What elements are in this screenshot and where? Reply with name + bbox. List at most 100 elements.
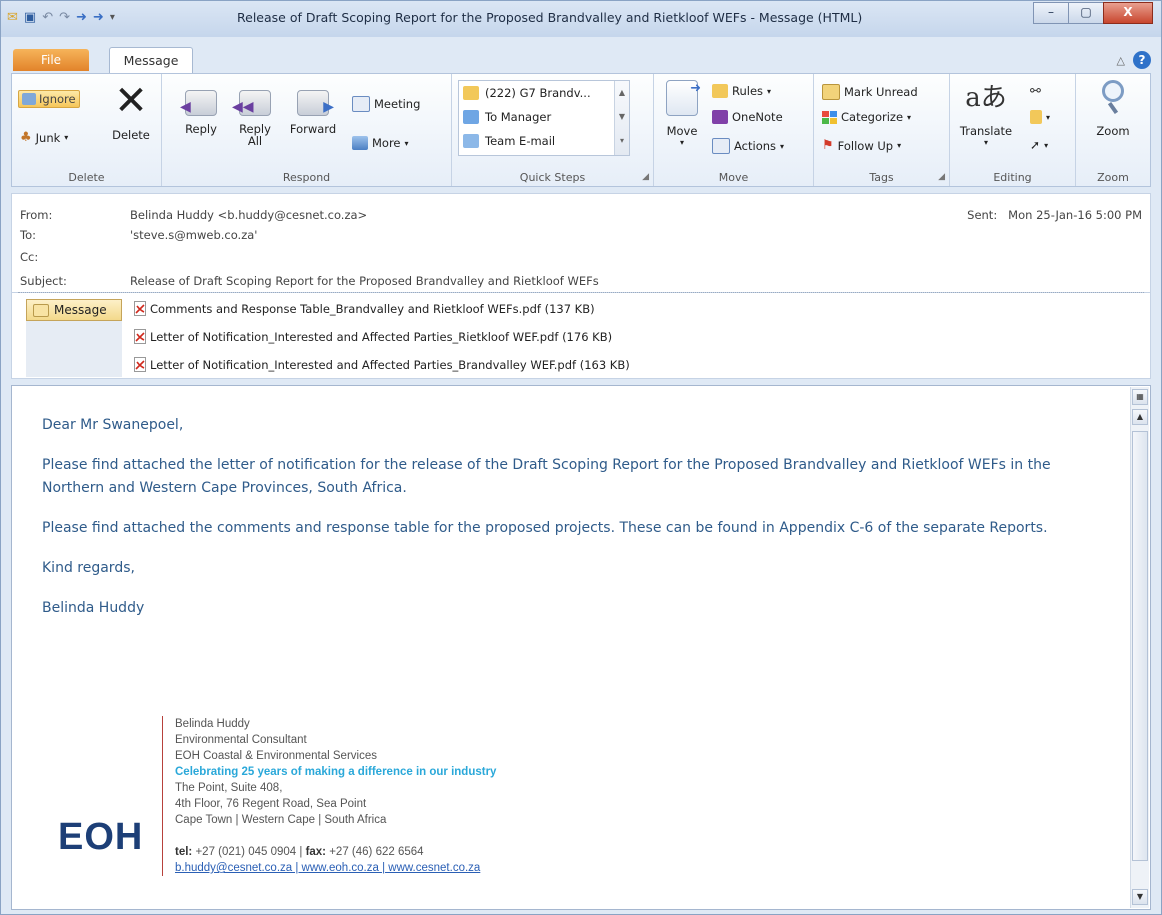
mark-unread-button[interactable]: Mark Unread [822,84,918,100]
help-area: △ ? [1117,51,1151,69]
actions-button[interactable]: Actions ▾ [712,138,784,154]
help-icon[interactable]: ? [1133,51,1151,69]
minimize-button[interactable]: – [1033,2,1069,24]
save-icon[interactable]: ▣ [24,9,36,27]
outlook-message-window: ✉ ▣ ↶ ↷ ➜ ➜ ▾ Release of Draft Scoping R… [0,0,1162,915]
rules-button[interactable]: Rules ▾ [712,84,771,98]
delete-group-label: Delete [68,171,105,184]
sig-name: Belinda Huddy [175,718,250,730]
replace-button[interactable]: ▾ [1030,110,1050,124]
delete-x-icon: ✕ [114,78,148,124]
attachments-bar: Message Comments and Response Table_Bran… [11,293,1151,379]
minimize-ribbon-icon[interactable]: △ [1117,54,1125,67]
from-value[interactable]: Belinda Huddy <b.huddy@cesnet.co.za> [130,208,367,222]
sent-value: Mon 25-Jan-16 5:00 PM [1008,208,1142,222]
attachment-item[interactable]: Comments and Response Table_Brandvalley … [134,301,595,316]
sig-links[interactable]: b.huddy@cesnet.co.za | www.eoh.co.za | w… [175,860,496,876]
quick-steps-scroll[interactable]: ▲ ▼ ▾ [614,81,629,155]
from-label: From: [20,208,53,222]
dialog-launcher-icon[interactable]: ◢ [642,172,649,182]
message-view-button[interactable]: Message [26,299,122,321]
contact-card-icon[interactable]: ▦ [1132,389,1148,405]
pdf-icon [134,357,146,372]
move-folder-icon: ➜ [666,80,701,116]
message-body[interactable]: Dear Mr Swanepoel, Please find attached … [11,385,1151,910]
tags-group-label: Tags [869,171,894,184]
eoh-logo: EOH [58,816,144,858]
maximize-button[interactable]: ▢ [1068,2,1104,24]
flag-icon: ⚑ [822,138,834,153]
actions-icon [712,138,730,154]
sig-address: 4th Floor, 76 Regent Road, Sea Point [175,798,367,810]
translate-button[interactable]: aあ Translate ▾ [956,80,1016,147]
message-text: Dear Mr Swanepoel, Please find attached … [42,414,1102,637]
zoom-button[interactable]: Zoom [1088,80,1138,138]
ignore-icon [22,93,36,105]
up-arrow-icon[interactable]: ➜ [76,9,87,27]
undo-icon[interactable]: ↶ [42,9,53,27]
down-arrow-icon[interactable]: ➜ [93,9,104,27]
chevron-down-icon: ▾ [679,138,684,147]
scroll-down-button[interactable]: ▼ [1132,889,1148,905]
editing-group-label: Editing [993,171,1032,184]
quick-step-item[interactable]: Team E-mail [459,129,629,153]
scroll-up-button[interactable]: ▲ [1132,409,1148,425]
meeting-button[interactable]: Meeting [352,96,420,112]
more-respond-button[interactable]: More ▾ [352,136,409,150]
subject-value: Release of Draft Scoping Report for the … [130,274,599,288]
sig-company: EOH Coastal & Environmental Services [175,750,377,762]
redo-icon[interactable]: ↷ [59,9,70,27]
dialog-launcher-icon[interactable]: ◢ [938,172,945,182]
reply-all-button[interactable]: ◀◀ Reply All [232,84,278,147]
to-label: To: [20,228,36,242]
close-button[interactable]: X [1103,2,1153,24]
attachment-item[interactable]: Letter of Notification_Interested and Af… [134,329,612,344]
onenote-button[interactable]: OneNote [712,110,783,124]
to-manager-icon [463,110,479,124]
tab-file[interactable]: File [13,49,89,71]
email-signature: Belinda Huddy Environmental Consultant E… [162,716,496,876]
attachment-item[interactable]: Letter of Notification_Interested and Af… [134,357,630,372]
tab-message[interactable]: Message [109,47,193,74]
junk-icon: ♣ [20,130,32,145]
magnifier-icon [1102,80,1124,102]
select-button[interactable]: ➚ ▾ [1030,138,1048,152]
greeting: Dear Mr Swanepoel, [42,417,184,433]
closing: Kind regards, [42,560,135,576]
delete-group: Ignore ♣ Junk ▾ ✕ Delete Delete [12,74,162,186]
follow-up-button[interactable]: ⚑ Follow Up ▾ [822,138,901,153]
body-scrollbar[interactable]: ▦ ▲ ▼ [1130,387,1149,908]
translate-icon: aあ [965,83,1007,113]
categorize-button[interactable]: Categorize ▾ [822,110,911,124]
editing-group: aあ Translate ▾ ⚯ ▾ ➚ ▾ Editing [950,74,1076,186]
reply-icon: ◀ [180,90,217,116]
customize-qat-icon[interactable]: ▾ [110,9,115,27]
quick-steps-group: (222) G7 Brandv... To Manager Team E-mai… [452,74,654,186]
forward-button[interactable]: ▶ Forward [286,84,340,136]
respond-group: ◀ Reply ◀◀ Reply All ▶ Forward Meeting M… [162,74,452,186]
junk-button[interactable]: ♣ Junk ▾ [20,130,68,145]
more-icon [352,136,368,150]
sent-label: Sent: [967,208,998,222]
to-value[interactable]: 'steve.s@mweb.co.za' [130,228,257,242]
quick-step-item[interactable]: (222) G7 Brandv... [459,81,629,105]
reply-button[interactable]: ◀ Reply [178,84,224,136]
move-button[interactable]: ➜ Move ▾ [660,80,704,147]
team-email-icon [463,134,479,148]
envelope-icon [33,303,49,317]
chevron-down-icon: ▾ [983,138,988,147]
ribbon: Ignore ♣ Junk ▾ ✕ Delete Delete ◀ Reply [11,73,1151,187]
quick-step-item[interactable]: To Manager [459,105,629,129]
title-bar: ✉ ▣ ↶ ↷ ➜ ➜ ▾ Release of Draft Scoping R… [1,1,1161,37]
scrollbar-thumb[interactable] [1132,431,1148,861]
chevron-down-icon: ▾ [897,141,902,150]
paragraph: Please find attached the letter of notif… [42,457,1051,496]
ignore-button[interactable]: Ignore [18,90,80,108]
respond-group-label: Respond [282,171,331,184]
message-button-column [26,321,122,377]
delete-button[interactable]: ✕ Delete [108,80,154,142]
find-button[interactable]: ⚯ [1030,84,1041,99]
envelope-icon: ✉ [7,10,18,25]
subject-label: Subject: [20,274,67,288]
chevron-down-icon: ▾ [780,141,785,151]
